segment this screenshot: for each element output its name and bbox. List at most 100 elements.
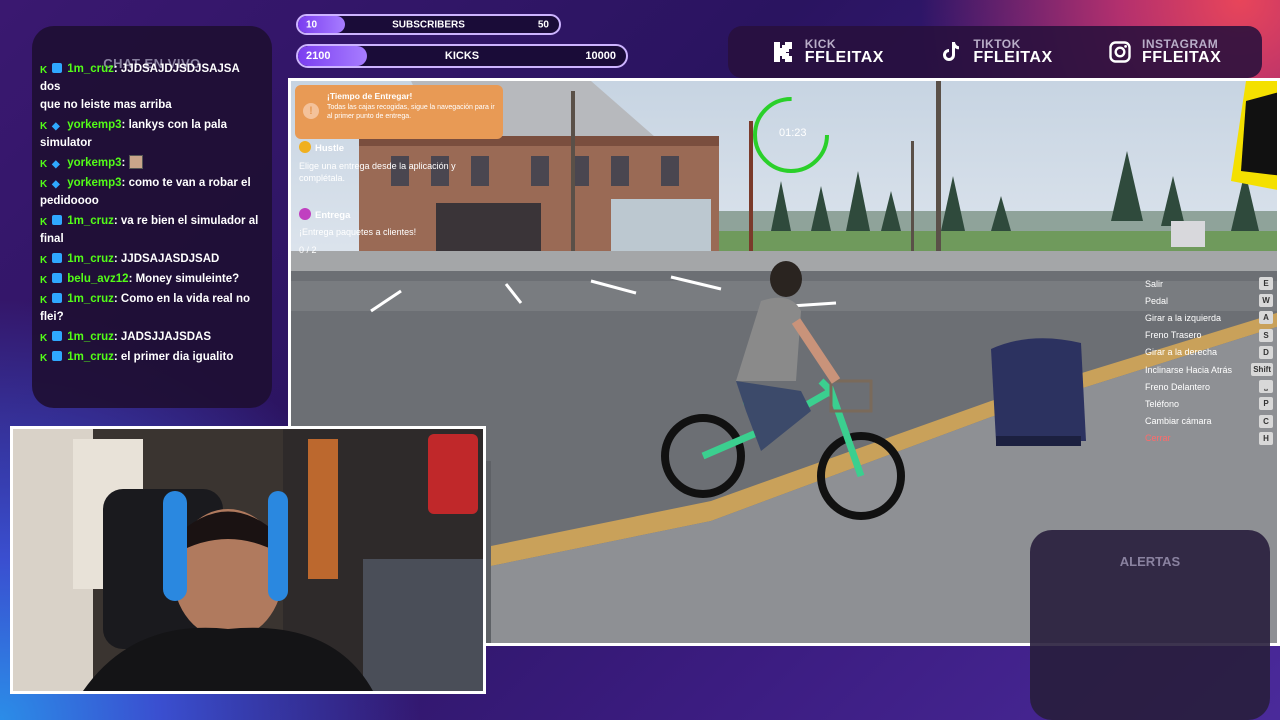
chat-message: K 1m_cruz: el primer dia igualito — [40, 348, 262, 366]
subscribers-goal-min: 10 — [306, 19, 318, 30]
control-key: P — [1259, 397, 1273, 411]
control-key: C — [1259, 414, 1273, 428]
control-label: Girar a la derecha — [1145, 347, 1218, 358]
control-key: ⎵ — [1259, 380, 1273, 394]
moderator-badge-icon — [52, 253, 62, 263]
social-username: FFLEITAX — [973, 49, 1053, 66]
package-icon — [299, 208, 311, 220]
control-key: Shift — [1251, 363, 1273, 377]
social-username: FFLEITAX — [804, 49, 884, 66]
kick-badge-icon: K — [40, 255, 48, 266]
kicks-goal-title: KICKS — [444, 50, 480, 62]
chat-message: K ◆ yorkemp3: — [40, 154, 262, 172]
mission-entrega: Entrega ¡Entrega paquetes a clientes! 0 … — [299, 208, 499, 255]
social-tiktok: TIKTOK FFLEITAX — [937, 38, 1052, 66]
chat-text: : JADSJJAJSDAS — [113, 331, 212, 343]
chat-username[interactable]: belu_avz12 — [67, 273, 128, 285]
control-row: Freno Delantero ⎵ — [1145, 378, 1273, 395]
control-row: Cambiar cámara C — [1145, 413, 1273, 430]
social-username: FFLEITAX — [1142, 49, 1222, 66]
chat-username[interactable]: 1m_cruz — [67, 293, 114, 305]
chat-text: : Money simuleinte? — [128, 273, 240, 285]
control-row: Cerrar H — [1145, 430, 1273, 447]
kick-badge-icon: K — [40, 121, 48, 132]
control-label: Cambiar cámara — [1145, 416, 1212, 427]
alerts-panel: ALERTAS — [1030, 530, 1270, 720]
chat-username[interactable]: yorkemp3 — [67, 119, 121, 131]
subscribers-goal-bar: 10 SUBSCRIBERS 50 — [296, 14, 561, 35]
moderator-badge-icon — [52, 331, 62, 341]
chat-username[interactable]: yorkemp3 — [67, 157, 121, 169]
tiktok-logo-icon — [937, 38, 965, 66]
control-row: Pedal W — [1145, 292, 1273, 309]
kick-badge-icon: K — [40, 275, 48, 286]
control-key: D — [1259, 345, 1273, 359]
chat-username[interactable]: 1m_cruz — [67, 331, 114, 343]
chat-text: : JJDSAJASDJSAD — [113, 253, 220, 265]
delivery-toast: ! ¡Tiempo de Entregar! Todas las cajas r… — [295, 85, 503, 139]
chat-message: K ◆ yorkemp3: como te van a robar el pedi… — [40, 174, 262, 210]
kick-badge-icon: K — [40, 65, 48, 76]
instagram-logo-icon — [1106, 38, 1134, 66]
control-key: A — [1259, 311, 1273, 325]
hustle-icon — [299, 141, 311, 153]
chat-username[interactable]: 1m_cruz — [67, 215, 114, 227]
mission-hustle: Hustle Elige una entrega desde la aplica… — [299, 141, 499, 184]
social-links-panel: KICK FFLEITAX TIKTOK FFLEITAX INSTAGRAM FFL… — [728, 26, 1262, 78]
kick-badge-icon: K — [40, 295, 48, 306]
control-row: Inclinarse Hacia Atrás Shift — [1145, 361, 1273, 378]
subscriber-badge-icon: ◆ — [52, 179, 60, 190]
chat-username[interactable]: 1m_cruz — [67, 63, 114, 75]
chat-username[interactable]: yorkemp3 — [67, 177, 121, 189]
control-key: S — [1259, 328, 1273, 342]
kick-logo-icon — [769, 38, 797, 66]
info-icon: ! — [303, 103, 319, 119]
control-label: Freno Trasero — [1145, 330, 1202, 341]
chat-username[interactable]: 1m_cruz — [67, 351, 114, 363]
moderator-badge-icon — [52, 273, 62, 283]
moderator-badge-icon — [52, 293, 62, 303]
control-row: Girar a la derecha D — [1145, 344, 1273, 361]
kicks-goal-max: 10000 — [585, 50, 616, 62]
moderator-badge-icon — [52, 215, 62, 225]
control-label: Freno Delantero — [1145, 381, 1211, 392]
delivery-timer: 01:23 — [779, 127, 807, 139]
live-chat-panel: CHAT EN VIVO K 1m_cruz: JJDSAJDJSDJSAJSA… — [32, 26, 272, 408]
chat-message: K 1m_cruz: va re bien el simulador al fi… — [40, 212, 262, 248]
webcam-scene — [13, 429, 483, 691]
kick-badge-icon: K — [40, 353, 48, 364]
subscriber-badge-icon: ◆ — [52, 159, 60, 170]
control-label: Pedal — [1145, 295, 1169, 306]
control-row: Salir E — [1145, 275, 1273, 292]
moderator-badge-icon — [52, 351, 62, 361]
toast-body: Todas las cajas recogidas, sigue la nave… — [327, 104, 495, 120]
chat-message: K 1m_cruz: JADSJJAJSDAS — [40, 328, 262, 346]
social-kick: KICK FFLEITAX — [769, 38, 884, 66]
chat-username[interactable]: 1m_cruz — [67, 253, 114, 265]
mission-title: Entrega — [315, 210, 351, 221]
subscribers-goal-title: SUBSCRIBERS — [392, 19, 465, 30]
mission-title: Hustle — [315, 143, 345, 154]
kick-badge-icon: K — [40, 159, 48, 170]
mission-desc: Elige una entrega desde la aplicación y … — [299, 161, 456, 183]
subscriber-badge-icon: ◆ — [52, 121, 60, 132]
emote-icon — [128, 155, 143, 169]
control-row: Teléfono P — [1145, 395, 1273, 412]
kick-badge-icon: K — [40, 333, 48, 344]
kick-badge-icon: K — [40, 217, 48, 228]
control-label: Teléfono — [1145, 398, 1180, 409]
delivery-counter: 0 / 2 — [299, 245, 317, 255]
controls-help: Salir E Pedal W Girar a la izquierda A Freno T… — [1145, 275, 1273, 447]
chat-message-list[interactable]: K 1m_cruz: JJDSAJDJSDJSAJSA dos que no le… — [40, 60, 262, 368]
moderator-badge-icon — [52, 63, 62, 73]
control-key: W — [1259, 294, 1273, 308]
subscribers-goal-max: 50 — [537, 19, 549, 30]
control-label: Inclinarse Hacia Atrás — [1145, 364, 1233, 375]
mission-desc: ¡Entrega paquetes a clientes! — [299, 227, 417, 237]
control-key: H — [1259, 431, 1273, 445]
chat-message: K ◆ yorkemp3: lankys con la pala simulato… — [40, 116, 262, 152]
alerts-title: ALERTAS — [1119, 554, 1181, 569]
control-row: Girar a la izquierda A — [1145, 309, 1273, 326]
control-label: Cerrar — [1145, 433, 1171, 444]
social-instagram: INSTAGRAM FFLEITAX — [1106, 38, 1221, 66]
